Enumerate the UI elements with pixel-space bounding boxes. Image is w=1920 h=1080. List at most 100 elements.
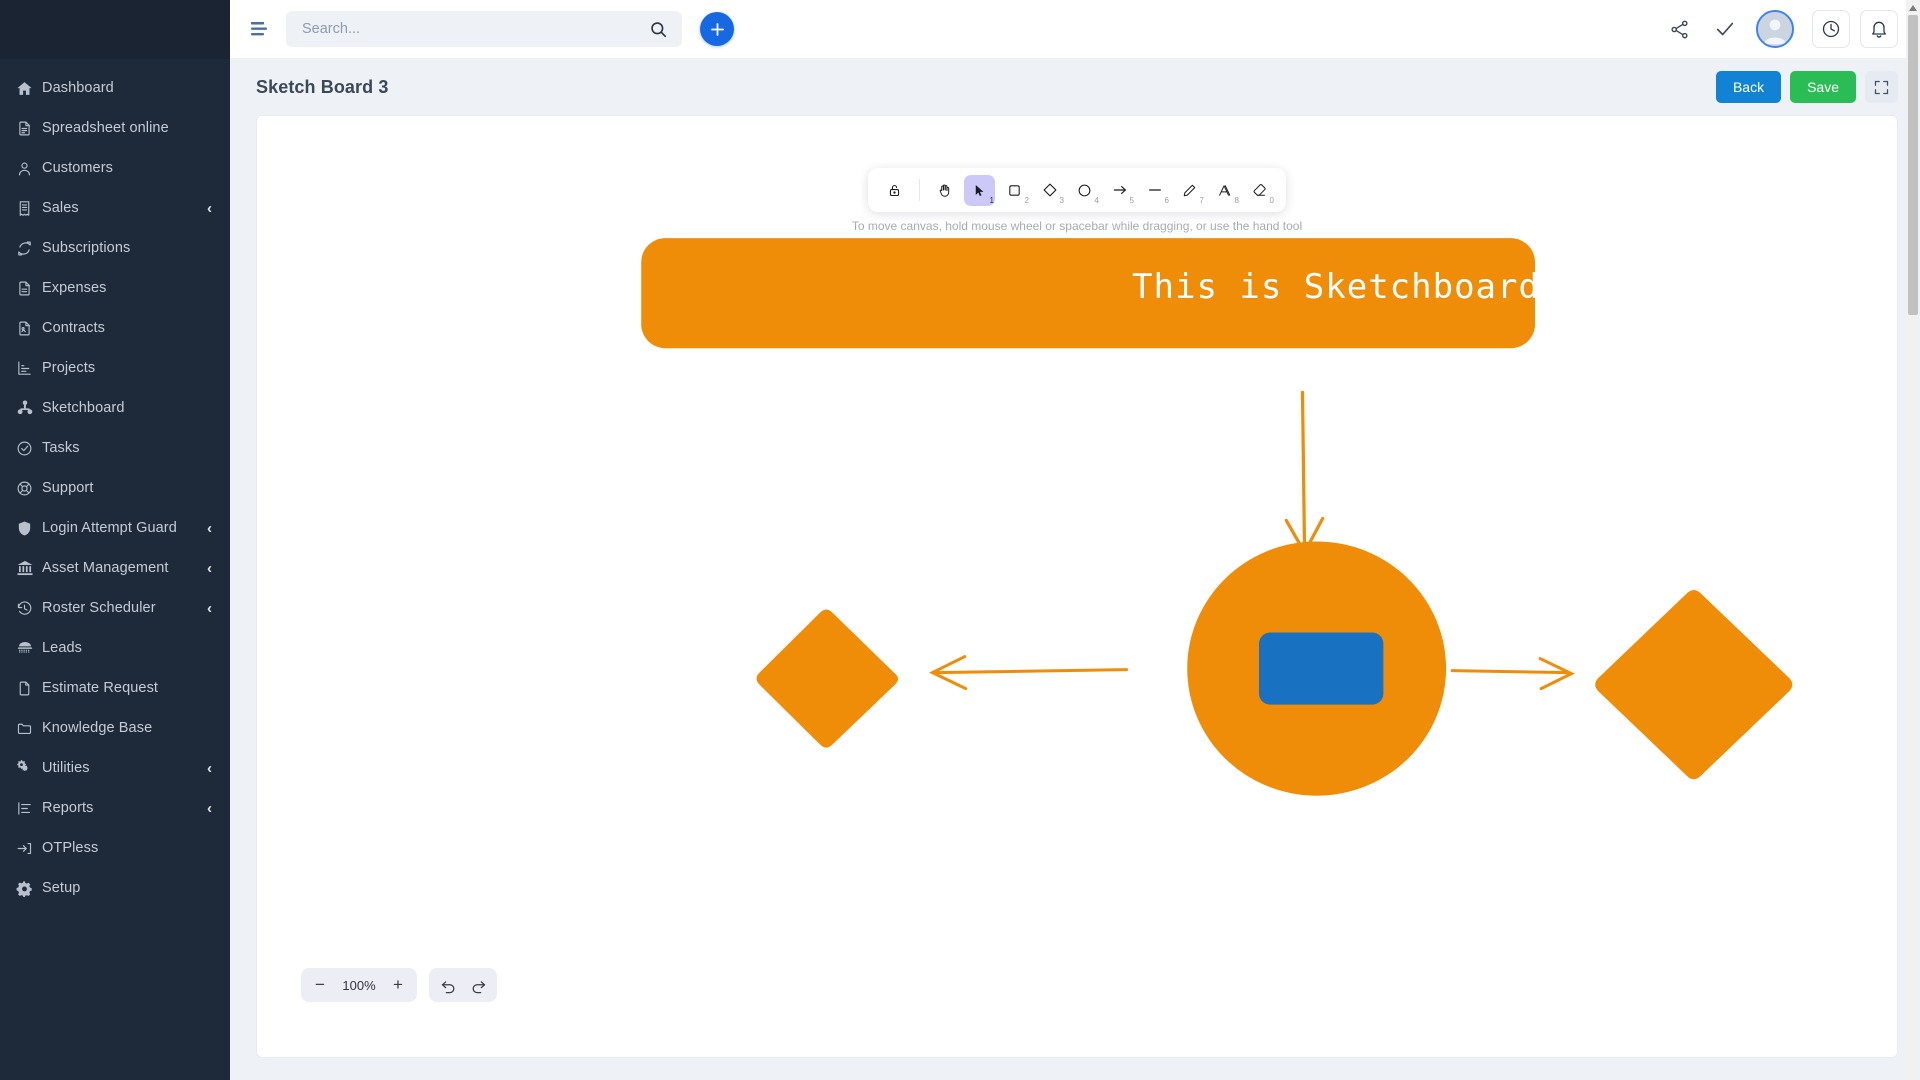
sidebar-item-subscriptions[interactable]: Subscriptions [0, 228, 230, 268]
sidebar-item-leads[interactable]: Leads [0, 628, 230, 668]
home-icon [16, 80, 42, 97]
login-arrow-icon [16, 840, 42, 857]
scroll-up-arrow[interactable] [1906, 0, 1920, 15]
eraser-tool[interactable]: 0 [1244, 175, 1275, 206]
avatar[interactable] [1756, 10, 1794, 48]
check-icon[interactable] [1702, 9, 1748, 49]
arrow-tool[interactable]: 5 [1104, 175, 1135, 206]
ellipse-tool[interactable]: 4 [1069, 175, 1100, 206]
lock-tool[interactable] [879, 175, 910, 206]
zoom-in-button[interactable]: + [383, 970, 413, 1000]
page-scrollbar[interactable] [1906, 0, 1920, 1080]
sidebar-logo-area [0, 0, 230, 59]
chevron-left-icon[interactable]: ‹ [207, 761, 212, 776]
sidebar-item-label: Expenses [42, 280, 107, 296]
sidebar-item-otpless[interactable]: OTPless [0, 828, 230, 868]
sidebar-item-contracts[interactable]: Contracts [0, 308, 230, 348]
sidebar-item-label: Sketchboard [42, 400, 125, 416]
zoom-group: − 100% + [301, 968, 417, 1002]
right-arrow [1450, 657, 1575, 691]
undo-icon[interactable] [433, 970, 463, 1000]
line-tool[interactable]: 6 [1139, 175, 1170, 206]
hamburger-menu-icon[interactable] [248, 16, 274, 42]
sidebar-item-sales[interactable]: Sales ‹ [0, 188, 230, 228]
tool-shortcut-key: 7 [1199, 195, 1204, 205]
sketch-canvas[interactable]: This is Sketchboard 123456780 To move ca… [256, 115, 1898, 1058]
sidebar-item-spreadsheet-online[interactable]: Spreadsheet online [0, 108, 230, 148]
search-input[interactable] [302, 21, 646, 37]
sidebar-item-knowledge-base[interactable]: Knowledge Base [0, 708, 230, 748]
clock-icon[interactable] [1812, 10, 1850, 48]
sidebar-item-label: Sales [42, 200, 79, 216]
report-list-icon [16, 800, 42, 817]
sidebar-item-label: Leads [42, 640, 83, 656]
magnifier-icon[interactable] [646, 17, 670, 41]
sidebar-item-label: Setup [42, 880, 81, 896]
redo-icon[interactable] [463, 970, 493, 1000]
sidebar-item-label: Estimate Request [42, 680, 159, 696]
gears-icon [16, 759, 42, 777]
sidebar-item-support[interactable]: Support [0, 468, 230, 508]
receipt-icon [16, 200, 42, 217]
main-area: Sketch Board 3 Back Save [230, 0, 1920, 1080]
chevron-left-icon[interactable]: ‹ [207, 521, 212, 536]
left-diamond [756, 609, 899, 748]
canvas-hint: To move canvas, hold mouse wheel or spac… [851, 219, 1303, 233]
sidebar-item-sketchboard[interactable]: Sketchboard [0, 388, 230, 428]
zoom-level[interactable]: 100% [335, 978, 383, 993]
chevron-left-icon[interactable]: ‹ [207, 601, 212, 616]
refresh-cycle-icon [16, 240, 42, 257]
down-arrow [1284, 390, 1325, 556]
zoom-controls: − 100% + [301, 968, 497, 1002]
back-button[interactable]: Back [1715, 71, 1782, 103]
sidebar-item-login-attempt-guard[interactable]: Login Attempt Guard ‹ [0, 508, 230, 548]
folder-icon [16, 720, 42, 737]
sidebar-item-tasks[interactable]: Tasks [0, 428, 230, 468]
scrollbar-thumb[interactable] [1908, 15, 1918, 315]
sidebar-item-utilities[interactable]: Utilities ‹ [0, 748, 230, 788]
draw-tool[interactable]: 7 [1174, 175, 1205, 206]
diamond-tool[interactable]: 3 [1034, 175, 1065, 206]
chevron-left-icon[interactable]: ‹ [207, 561, 212, 576]
text-tool[interactable]: 8 [1209, 175, 1240, 206]
chevron-left-icon[interactable]: ‹ [207, 801, 212, 816]
sidebar-item-expenses[interactable]: Expenses [0, 268, 230, 308]
sidebar-item-label: Support [42, 480, 94, 496]
sidebar-item-label: Roster Scheduler [42, 600, 156, 616]
sidebar-item-label: Utilities [42, 760, 90, 776]
save-button[interactable]: Save [1790, 71, 1856, 103]
zoom-out-button[interactable]: − [305, 970, 335, 1000]
sidebar-item-reports[interactable]: Reports ‹ [0, 788, 230, 828]
sidebar-item-dashboard[interactable]: Dashboard [0, 68, 230, 108]
sidebar-item-label: Knowledge Base [42, 720, 153, 736]
sidebar-item-label: Dashboard [42, 80, 114, 96]
search-bar[interactable] [286, 11, 682, 47]
tool-shortcut-key: 5 [1129, 195, 1134, 205]
sidebar-item-estimate-request[interactable]: Estimate Request [0, 668, 230, 708]
toolbar-divider [919, 179, 920, 201]
sidebar-item-label: Spreadsheet online [42, 120, 169, 136]
header-icon-group [1656, 9, 1898, 49]
sidebar-item-customers[interactable]: Customers [0, 148, 230, 188]
sidebar-item-label: OTPless [42, 840, 99, 856]
sidebar-item-roster-scheduler[interactable]: Roster Scheduler ‹ [0, 588, 230, 628]
bell-icon[interactable] [1860, 10, 1898, 48]
share-icon[interactable] [1656, 9, 1702, 49]
sidebar-item-asset-management[interactable]: Asset Management ‹ [0, 548, 230, 588]
sidebar-item-projects[interactable]: Projects [0, 348, 230, 388]
sketch-artwork [641, 238, 1793, 796]
telephone-icon [16, 639, 42, 657]
tool-shortcut-key: 3 [1059, 195, 1064, 205]
sidebar-item-label: Projects [42, 360, 96, 376]
sidebar-item-setup[interactable]: Setup [0, 868, 230, 908]
sketch-toolbar: 1 2 3 4 5 6 7 8 0 [868, 168, 1286, 212]
rectangle-tool[interactable]: 2 [999, 175, 1030, 206]
right-diamond [1595, 590, 1793, 780]
sidebar-item-label: Subscriptions [42, 240, 131, 256]
selection-tool[interactable]: 1 [964, 174, 995, 206]
chevron-left-icon[interactable]: ‹ [207, 201, 212, 216]
expand-icon[interactable] [1865, 71, 1898, 103]
hand-tool[interactable] [929, 175, 960, 206]
add-new-button[interactable] [700, 12, 734, 46]
tool-shortcut-key: 1 [989, 195, 994, 205]
